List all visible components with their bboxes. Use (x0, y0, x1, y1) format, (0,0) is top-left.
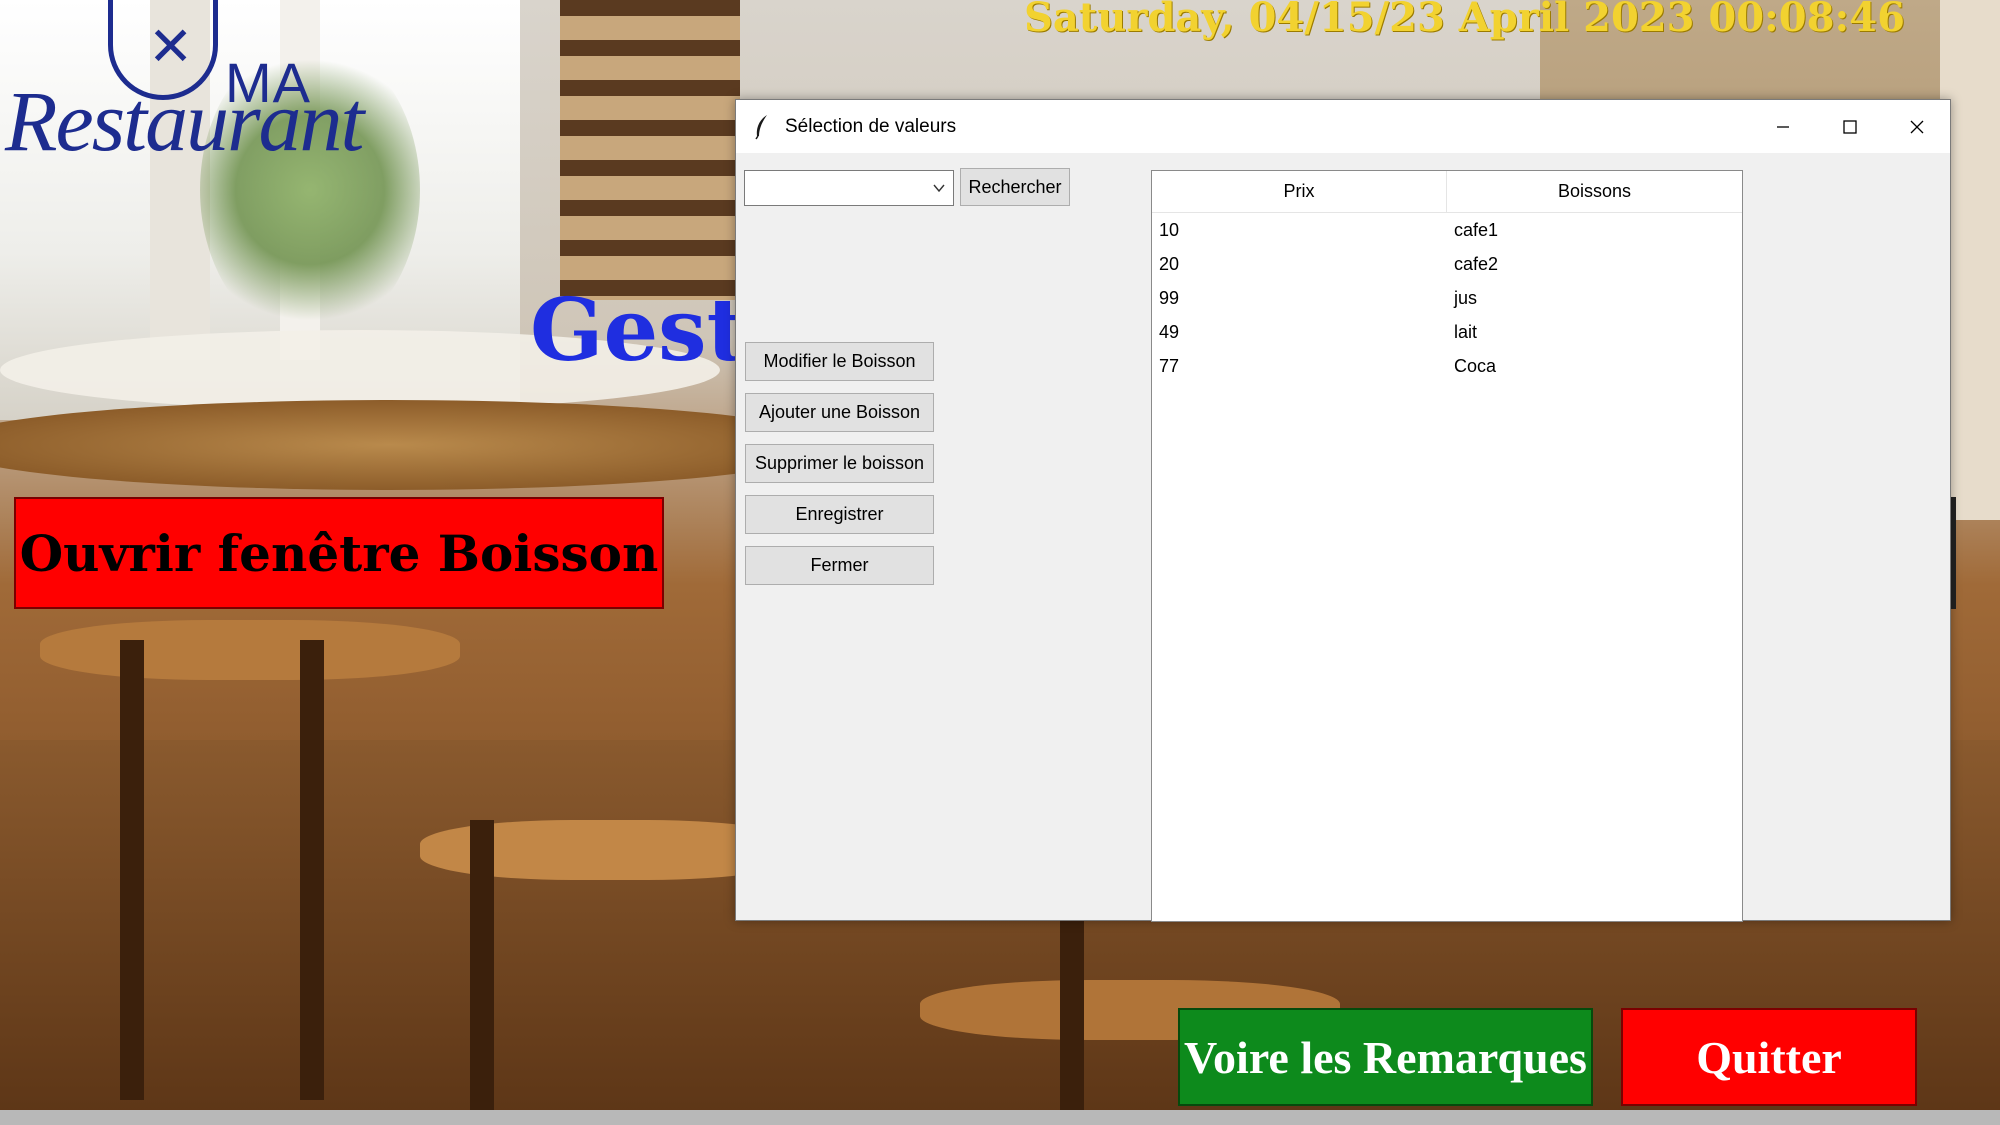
feather-icon (753, 114, 775, 140)
datetime-display: Saturday, 04/15/23 April 2023 00:08:46 (1024, 0, 1905, 41)
open-drinks-window-button[interactable]: Ouvrir fenêtre Boisson (14, 497, 664, 609)
view-remarks-button[interactable]: Voire les Remarques (1178, 1008, 1593, 1106)
restaurant-logo: ✕ MA Restaurant (0, 0, 364, 170)
minimize-icon[interactable] (1749, 100, 1816, 153)
table-row[interactable]: 10 cafe1 (1152, 213, 1742, 247)
value-selection-dialog: Sélection de valeurs Rechercher Modifier… (735, 99, 1951, 922)
drink-cell: cafe2 (1454, 253, 1499, 274)
drinks-table[interactable]: Prix Boissons 10 cafe1 20 cafe2 99 jus 4… (1151, 170, 1743, 922)
table-row[interactable]: 49 lait (1152, 315, 1742, 349)
table-row[interactable]: 20 cafe2 (1152, 247, 1742, 281)
page-heading: Gesti (530, 280, 750, 381)
price-cell: 77 (1159, 355, 1180, 376)
table-header: Prix Boissons (1152, 171, 1742, 213)
dialog-titlebar[interactable]: Sélection de valeurs (736, 100, 1950, 153)
quit-button[interactable]: Quitter (1621, 1008, 1917, 1106)
search-button[interactable]: Rechercher (960, 168, 1070, 206)
column-header-price[interactable]: Prix (1152, 171, 1447, 212)
drink-cell: cafe1 (1454, 219, 1499, 240)
dialog-title: Sélection de valeurs (785, 115, 957, 137)
close-button[interactable]: Fermer (745, 546, 934, 585)
search-combobox[interactable] (744, 170, 954, 206)
delete-drink-button[interactable]: Supprimer le boisson (745, 444, 934, 483)
cutlery-icon: ✕ (148, 15, 194, 78)
table-row[interactable]: 99 jus (1152, 281, 1742, 315)
drink-cell: lait (1454, 321, 1478, 342)
price-cell: 10 (1159, 219, 1180, 240)
drink-cell: Coca (1454, 355, 1497, 376)
price-cell: 49 (1159, 321, 1180, 342)
save-button[interactable]: Enregistrer (745, 495, 934, 534)
column-header-drinks[interactable]: Boissons (1447, 171, 1742, 212)
chevron-down-icon[interactable] (931, 180, 947, 196)
drink-cell: jus (1454, 287, 1478, 308)
price-cell: 20 (1159, 253, 1180, 274)
maximize-icon[interactable] (1816, 100, 1883, 153)
table-row[interactable]: 77 Coca (1152, 349, 1742, 383)
price-cell: 99 (1159, 287, 1180, 308)
modify-drink-button[interactable]: Modifier le Boisson (745, 342, 934, 381)
add-drink-button[interactable]: Ajouter une Boisson (745, 393, 934, 432)
logo-restaurant-text: Restaurant (5, 73, 364, 169)
close-icon[interactable] (1883, 100, 1950, 153)
